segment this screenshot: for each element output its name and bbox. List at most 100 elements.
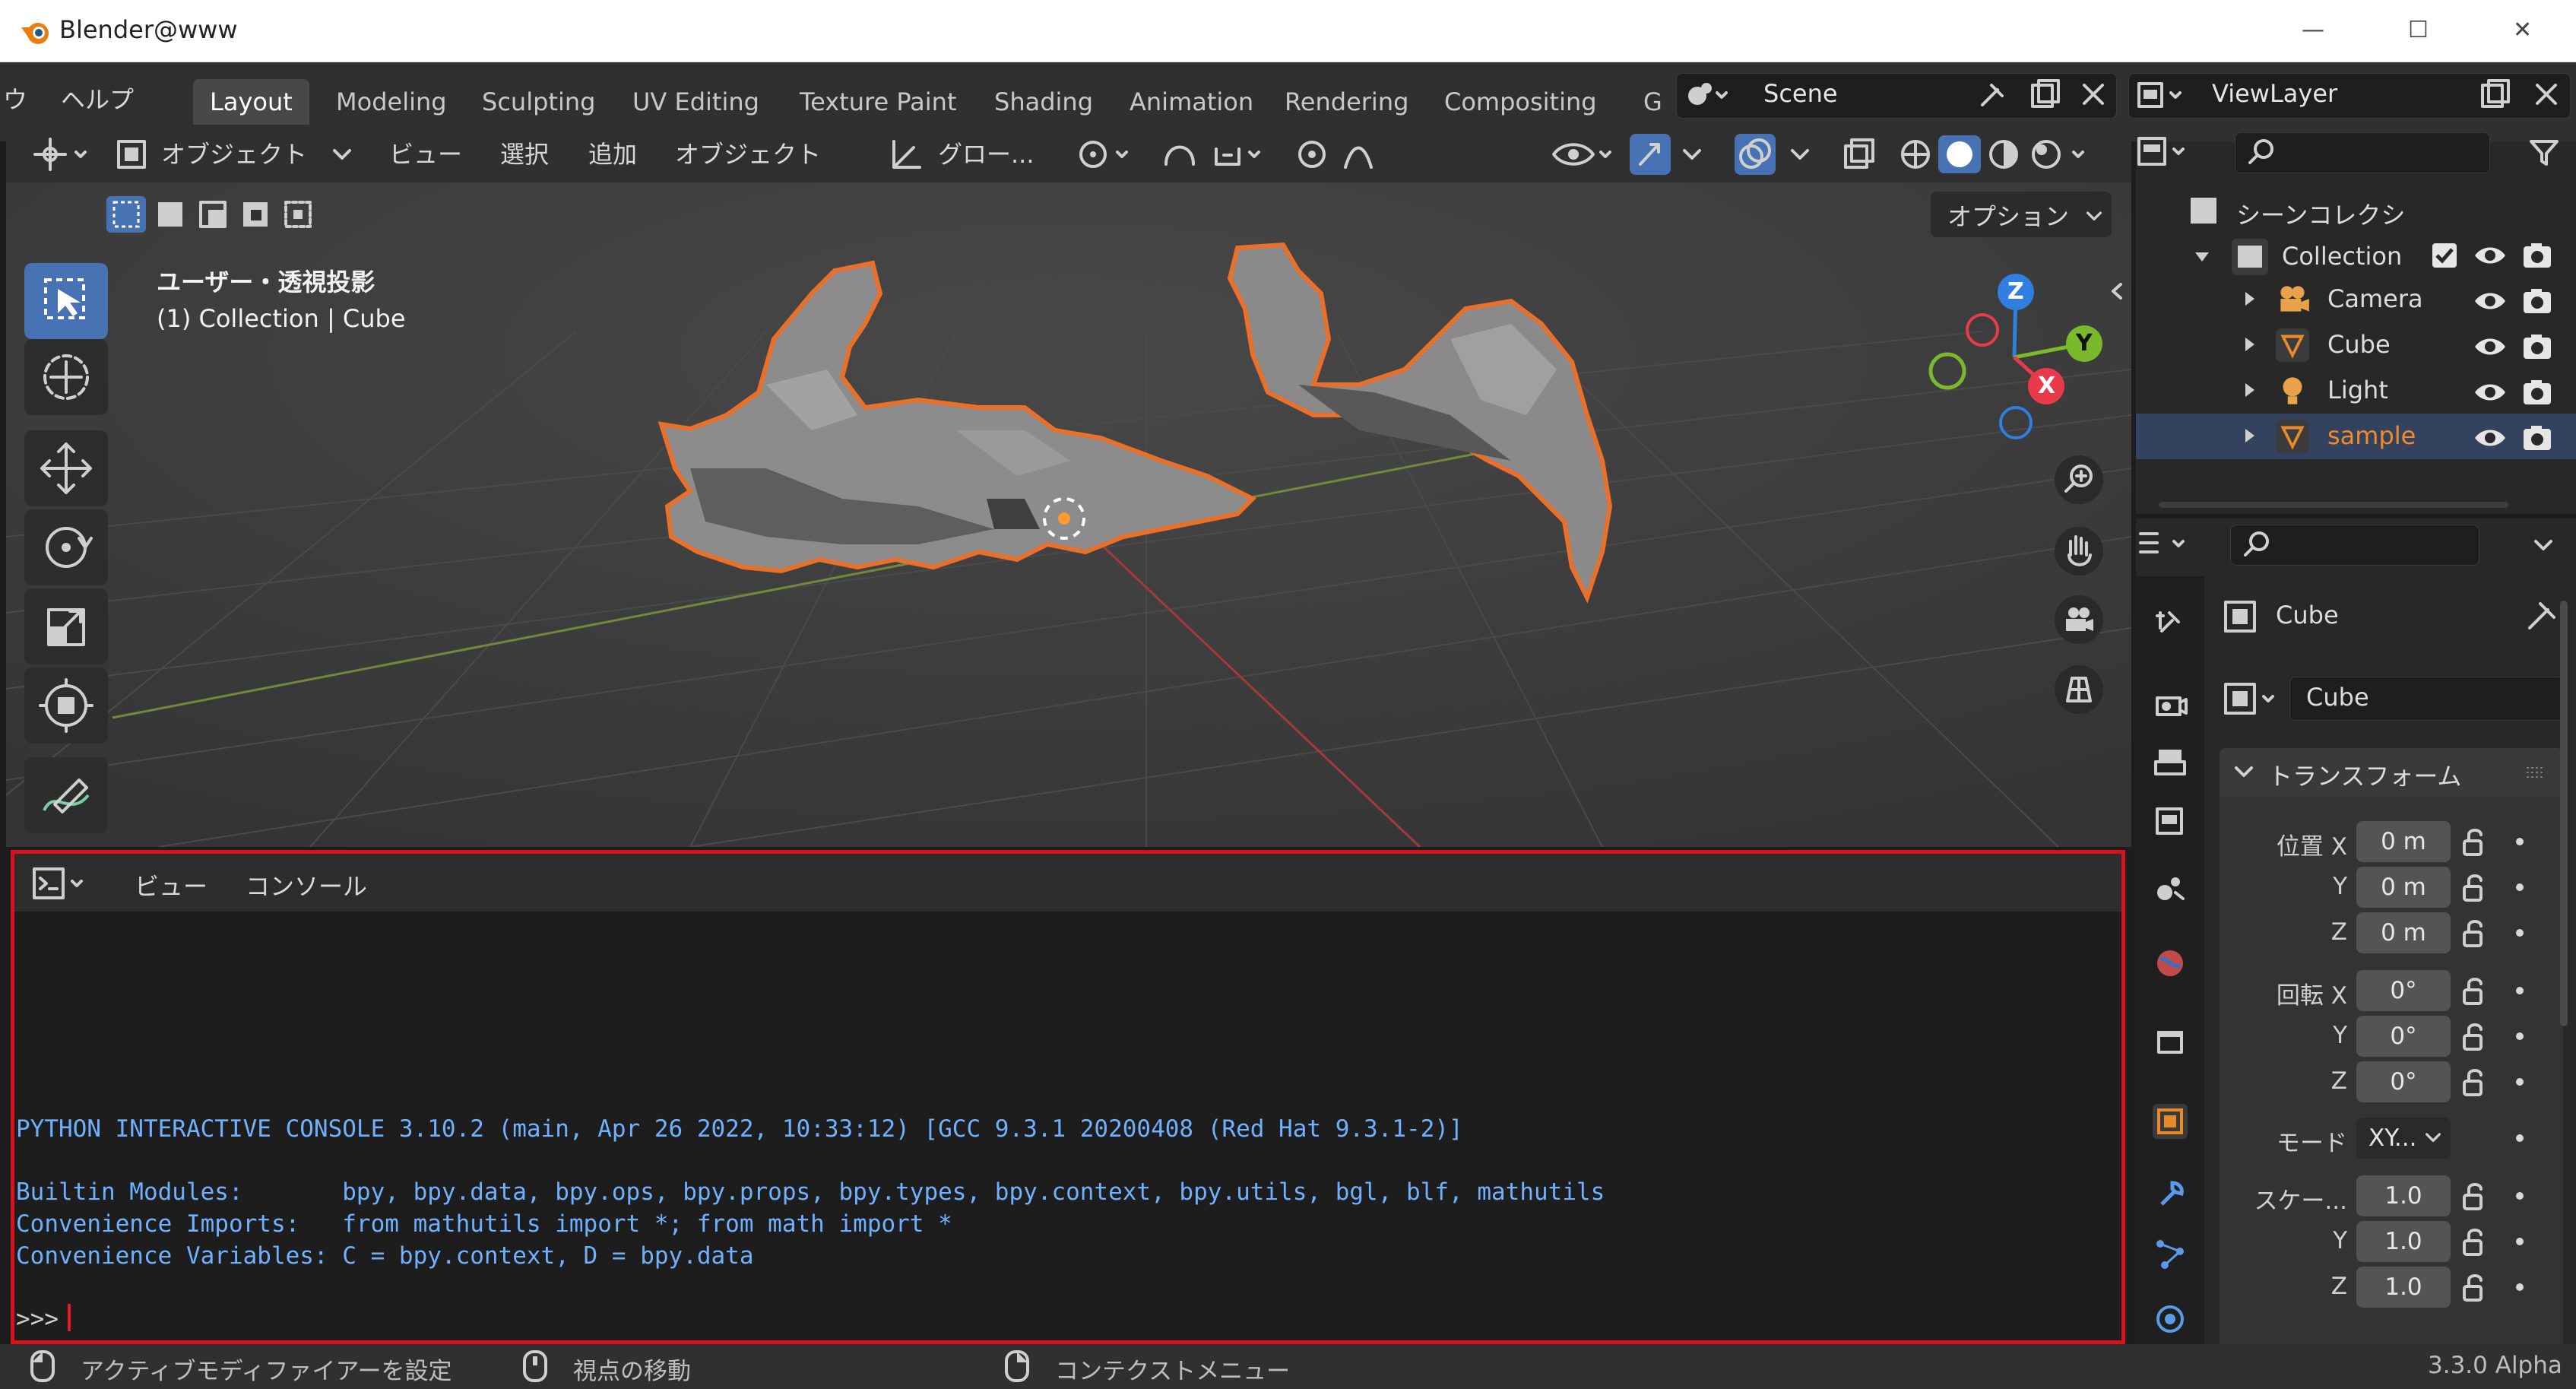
scene-tab-icon[interactable] <box>2153 870 2188 905</box>
transform-value-field[interactable]: 0 m <box>2356 867 2451 908</box>
visibility-eye-icon[interactable] <box>2473 331 2507 362</box>
filter-icon[interactable] <box>2527 135 2562 170</box>
lock-icon[interactable] <box>2460 976 2495 1007</box>
pan-hand-icon[interactable] <box>2052 525 2105 578</box>
keyframe-dot-icon[interactable] <box>2516 838 2524 845</box>
shading-mode-icons[interactable] <box>1893 134 2102 175</box>
object-name-field-value[interactable]: Cube <box>2306 683 2369 712</box>
scale-tool[interactable] <box>24 588 108 664</box>
output-tab-icon[interactable] <box>2153 745 2188 780</box>
scene-collection-label[interactable]: シーンコレクシ <box>2236 196 2405 231</box>
console-menu-console[interactable]: コンソール <box>246 867 367 902</box>
select-box-tool[interactable] <box>24 263 108 339</box>
visibility-eye-icon[interactable] <box>2473 286 2507 316</box>
zoom-icon[interactable] <box>2052 453 2105 506</box>
expand-arrow-icon[interactable] <box>2239 380 2259 400</box>
orientation-dropdown[interactable]: グロー... <box>938 135 1035 170</box>
workspace-tab[interactable]: UV Editing <box>616 79 776 125</box>
minimize-button[interactable]: — <box>2302 17 2332 47</box>
transform-value-field[interactable]: 0 m <box>2356 912 2451 953</box>
visibility-eye-icon[interactable] <box>2473 423 2507 453</box>
collection-label[interactable]: Collection <box>2282 242 2402 271</box>
cursor-tool[interactable] <box>24 339 108 415</box>
transform-value-field[interactable]: 1.0 <box>2356 1267 2451 1308</box>
ortho-grid-icon[interactable] <box>2052 663 2105 716</box>
keyframe-dot-icon[interactable] <box>2516 883 2524 891</box>
new-viewlayer-icon[interactable] <box>2476 76 2514 114</box>
object-mode-icon[interactable] <box>111 134 154 175</box>
mode-dropdown[interactable]: オブジェクト <box>161 135 307 170</box>
workspace-tab[interactable]: Sculpting <box>465 79 612 125</box>
expand-arrow-icon[interactable] <box>2239 426 2259 446</box>
render-camera-icon[interactable] <box>2521 331 2554 362</box>
workspace-tab[interactable]: Layout <box>193 79 309 125</box>
visibility-eye-icon[interactable] <box>2473 377 2507 408</box>
outliner-scrollbar[interactable] <box>2159 502 2508 508</box>
collapse-sidebar-icon[interactable] <box>2105 280 2128 303</box>
drag-handle-icon[interactable] <box>2524 762 2548 783</box>
collection-tab-icon[interactable] <box>2153 1023 2188 1058</box>
lock-icon[interactable] <box>2460 918 2495 949</box>
delete-viewlayer-icon[interactable] <box>2531 79 2562 109</box>
expand-arrow-icon[interactable] <box>2239 289 2259 309</box>
workspace-tab[interactable]: Animation <box>1113 79 1270 125</box>
options-label[interactable]: オプション <box>1947 198 2069 233</box>
menu-view[interactable]: ビュー <box>389 135 462 170</box>
close-window-button[interactable]: ✕ <box>2513 17 2543 47</box>
lock-icon[interactable] <box>2460 873 2495 903</box>
workspace-tab[interactable]: Shading <box>977 79 1110 125</box>
console-prompt[interactable]: >>> <box>16 1305 73 1333</box>
pin-icon[interactable] <box>1975 79 2008 113</box>
physics-tab-icon[interactable] <box>2153 1302 2188 1337</box>
workspace-tab[interactable]: Compositing <box>1427 79 1614 125</box>
render-camera-icon[interactable] <box>2521 377 2554 408</box>
outliner-item-label[interactable]: Camera <box>2327 284 2423 313</box>
render-camera-icon[interactable] <box>2521 286 2554 316</box>
lock-icon[interactable] <box>2460 1067 2495 1098</box>
delete-scene-icon[interactable] <box>2078 79 2109 109</box>
menu-partial[interactable]: ウ <box>3 81 27 116</box>
object-browse-icon[interactable] <box>2221 680 2286 718</box>
rotate-tool[interactable] <box>24 509 108 585</box>
snap-icon[interactable] <box>1155 134 1269 175</box>
3d-viewport[interactable] <box>6 141 2131 847</box>
tool-tab-icon[interactable] <box>2153 605 2188 640</box>
expand-arrow-icon[interactable] <box>2191 245 2213 268</box>
render-tab-icon[interactable] <box>2153 687 2188 722</box>
chevron-down-icon[interactable] <box>2528 531 2559 561</box>
keyframe-dot-icon[interactable] <box>2516 987 2524 994</box>
properties-scrollbar[interactable] <box>2560 601 2568 1026</box>
editor-type-icon[interactable] <box>29 134 97 175</box>
lock-icon[interactable] <box>2460 827 2495 858</box>
world-tab-icon[interactable] <box>2153 946 2188 981</box>
keyframe-dot-icon[interactable] <box>2516 1032 2524 1040</box>
visibility-icon[interactable] <box>1549 134 1618 175</box>
keyframe-dot-icon[interactable] <box>2516 1192 2524 1200</box>
outliner-item-label[interactable]: Light <box>2327 376 2388 404</box>
transform-value-field[interactable]: 0° <box>2356 1016 2451 1057</box>
annotate-tool[interactable] <box>24 757 108 833</box>
console-editor-type-icon[interactable] <box>31 866 95 901</box>
transform-value-field[interactable]: 0° <box>2356 970 2451 1011</box>
console-menu-view[interactable]: ビュー <box>135 867 208 902</box>
outliner-editor-type-icon[interactable] <box>2134 132 2198 170</box>
transform-tool[interactable] <box>24 668 108 744</box>
properties-editor-type-icon[interactable] <box>2134 525 2198 563</box>
xray-icon[interactable] <box>1838 134 1879 175</box>
transform-value-field[interactable]: 1.0 <box>2356 1175 2451 1216</box>
workspace-tab[interactable]: Modeling <box>319 79 464 125</box>
particles-tab-icon[interactable] <box>2153 1236 2188 1271</box>
move-tool[interactable] <box>24 430 108 506</box>
outliner-item-label[interactable]: Cube <box>2327 330 2391 359</box>
render-camera-icon[interactable] <box>2521 240 2554 271</box>
pivot-icon[interactable] <box>1073 134 1139 175</box>
workspace-tab[interactable]: Rendering <box>1268 79 1425 125</box>
transform-value-field[interactable]: 0 m <box>2356 821 2451 862</box>
expand-arrow-icon[interactable] <box>2239 335 2259 354</box>
keyframe-dot-icon[interactable] <box>2516 1238 2524 1245</box>
lock-icon[interactable] <box>2460 1181 2495 1212</box>
keyframe-dot-icon[interactable] <box>2516 1134 2524 1142</box>
menu-select[interactable]: 選択 <box>500 135 549 170</box>
render-camera-icon[interactable] <box>2521 423 2554 453</box>
transform-value-field[interactable]: 1.0 <box>2356 1221 2451 1262</box>
